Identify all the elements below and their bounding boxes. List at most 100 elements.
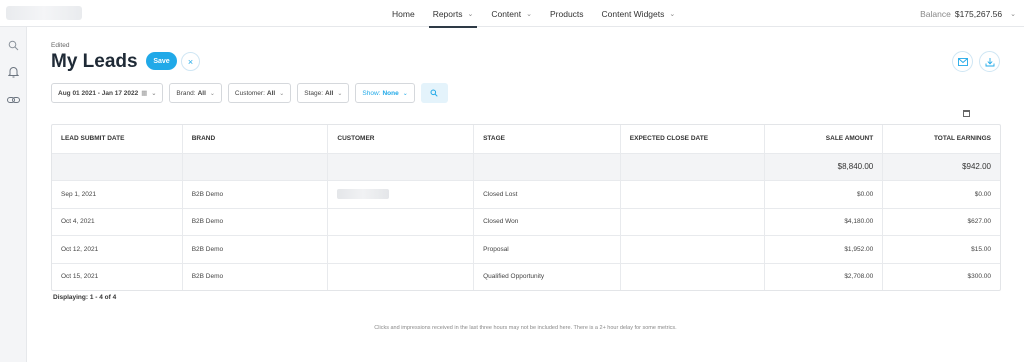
leads-table: LEAD SUBMIT DATE BRAND CUSTOMER STAGE EX… xyxy=(51,124,1001,291)
download-button[interactable] xyxy=(979,51,1000,72)
stage-cell: Proposal xyxy=(473,236,620,263)
filter-bar: Aug 01 2021 - Jan 17 2022 ▦ ⌄ Brand: All … xyxy=(51,83,448,103)
nav-home[interactable]: Home xyxy=(388,0,419,27)
chevron-down-icon: ⌄ xyxy=(1010,10,1016,18)
nav-content-label: Content xyxy=(491,8,522,19)
chevron-down-icon: ⌄ xyxy=(467,10,474,18)
total-sale-amount: $8,840.00 xyxy=(764,153,882,180)
table-header-row: LEAD SUBMIT DATE BRAND CUSTOMER STAGE EX… xyxy=(52,125,1000,153)
brand-cell: B2B Demo xyxy=(181,208,328,235)
nav-products-label: Products xyxy=(549,8,584,19)
customer-cell xyxy=(327,181,473,208)
table-row: Oct 12, 2021 B2B Demo Proposal $1,952.00… xyxy=(52,235,1000,263)
show-filter-label: Show: xyxy=(362,89,381,97)
search-icon xyxy=(430,89,438,97)
table-cell xyxy=(619,153,765,180)
stage-cell: Closed Won xyxy=(473,208,620,235)
pagination-summary: Displaying: 1 - 4 of 4 xyxy=(53,294,117,301)
earnings-cell: $15.00 xyxy=(882,236,1000,263)
stage-filter-value: All xyxy=(325,89,334,97)
close-date-cell xyxy=(619,181,765,208)
page-title: My Leads xyxy=(51,51,138,72)
bell-icon[interactable] xyxy=(7,65,20,78)
show-filter[interactable]: Show: None ⌄ xyxy=(355,83,415,103)
search-icon[interactable] xyxy=(7,39,20,52)
sale-amount-cell: $0.00 xyxy=(764,181,882,208)
customer-cell xyxy=(327,263,473,290)
balance-menu[interactable]: Balance $175,267.56 ⌄ xyxy=(920,0,1016,27)
totals-row: $8,840.00 $942.00 xyxy=(52,152,1000,181)
calendar-icon: ▦ xyxy=(141,90,148,97)
nav-products[interactable]: Products xyxy=(546,0,588,27)
sidebar xyxy=(0,27,27,362)
nav-reports[interactable]: Reports ⌄ xyxy=(428,0,478,28)
customer-filter-label: Customer: xyxy=(234,89,265,97)
chevron-down-icon: ⌄ xyxy=(526,10,532,18)
save-button[interactable]: Save xyxy=(146,52,177,70)
customer-filter[interactable]: Customer: All ⌄ xyxy=(227,83,292,103)
show-filter-value: None xyxy=(382,89,399,97)
nav-reports-label: Reports xyxy=(432,8,463,19)
table-row: Oct 4, 2021 B2B Demo Closed Won $4,180.0… xyxy=(52,207,1000,235)
column-header[interactable]: TOTAL EARNINGS xyxy=(882,125,1000,153)
table-cell xyxy=(181,153,328,180)
earnings-cell: $0.00 xyxy=(882,181,1000,208)
nav-content[interactable]: Content ⌄ xyxy=(487,0,536,27)
top-nav-bar: Home Reports ⌄ Content ⌄ Products Content … xyxy=(0,0,1024,28)
redacted-customer xyxy=(337,189,390,200)
link-icon[interactable] xyxy=(7,93,20,106)
brand-filter-value: All xyxy=(197,89,206,97)
table-row: Sep 1, 2021 B2B Demo Closed Lost $0.00 $… xyxy=(52,180,1000,208)
close-date-cell xyxy=(619,263,765,290)
nav-home-label: Home xyxy=(392,8,415,19)
stage-cell: Qualified Opportunity xyxy=(473,263,620,290)
column-header[interactable]: SALE AMOUNT xyxy=(764,125,882,153)
brand-logo[interactable] xyxy=(6,6,82,20)
column-header[interactable]: CUSTOMER xyxy=(327,125,473,153)
chevron-down-icon: ⌄ xyxy=(209,90,215,97)
brand-cell: B2B Demo xyxy=(181,263,328,290)
table-cell xyxy=(327,153,473,180)
brand-filter-label: Brand: xyxy=(176,89,196,97)
earnings-cell: $627.00 xyxy=(882,208,1000,235)
table-cell xyxy=(473,153,620,180)
column-header[interactable]: LEAD SUBMIT DATE xyxy=(52,125,182,153)
envelope-icon xyxy=(957,57,968,66)
customer-cell xyxy=(327,208,473,235)
brand-cell: B2B Demo xyxy=(181,236,328,263)
customer-filter-value: All xyxy=(266,89,276,97)
chevron-down-icon: ⌄ xyxy=(669,10,676,18)
close-date-cell xyxy=(619,236,765,263)
close-icon[interactable]: × xyxy=(181,52,200,71)
close-date-cell xyxy=(619,208,765,235)
chevron-down-icon: ⌄ xyxy=(402,90,408,97)
sale-amount-cell: $4,180.00 xyxy=(764,208,882,235)
main-nav: Home Reports ⌄ Content ⌄ Products Content … xyxy=(388,0,689,28)
chevron-down-icon: ⌄ xyxy=(279,90,285,97)
date-range-picker[interactable]: Aug 01 2021 - Jan 17 2022 ▦ ⌄ xyxy=(51,83,164,103)
sale-amount-cell: $2,708.00 xyxy=(764,263,882,290)
chevron-down-icon: ⌄ xyxy=(151,90,157,97)
apply-search-button[interactable] xyxy=(420,83,448,103)
column-header[interactable]: EXPECTED CLOSE DATE xyxy=(619,125,765,153)
stage-filter-label: Stage: xyxy=(304,89,324,97)
table-cell xyxy=(52,154,182,181)
earnings-cell: $300.00 xyxy=(882,263,1000,290)
lead-date-cell: Oct 12, 2021 xyxy=(61,245,99,253)
lead-date-cell: Oct 4, 2021 xyxy=(61,218,95,226)
data-delay-footnote: Clicks and impressions received in the l… xyxy=(374,325,677,331)
sale-amount-cell: $1,952.00 xyxy=(764,236,882,263)
column-header[interactable]: STAGE xyxy=(473,125,620,153)
brand-filter[interactable]: Brand: All ⌄ xyxy=(169,83,222,103)
column-header[interactable]: BRAND xyxy=(181,125,328,153)
customer-cell xyxy=(327,236,473,263)
stage-filter[interactable]: Stage: All ⌄ xyxy=(297,83,350,103)
balance-label: Balance xyxy=(920,8,951,19)
nav-content-widgets-label: Content Widgets xyxy=(601,8,665,19)
email-button[interactable] xyxy=(952,51,973,72)
nav-content-widgets[interactable]: Content Widgets ⌄ xyxy=(598,0,680,27)
column-settings-icon[interactable] xyxy=(963,110,970,117)
balance-value: $175,267.56 xyxy=(954,8,1003,19)
lead-date-cell: Sep 1, 2021 xyxy=(61,190,97,198)
lead-date-cell: Oct 15, 2021 xyxy=(61,273,99,281)
